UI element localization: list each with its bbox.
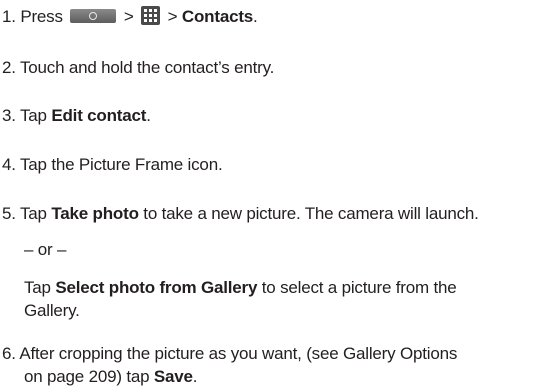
save-label: Save <box>153 367 193 386</box>
separator: > <box>167 7 178 26</box>
step-5: 5. Tap Take photo to take a new picture.… <box>2 204 479 223</box>
instruction-page: 1. Press > > Contacts. 2. Touch and hold… <box>0 0 538 389</box>
step-6: 6. After cropping the picture as you wan… <box>2 344 457 364</box>
step-text: After cropping the picture as you want, … <box>19 344 458 363</box>
step-number: 5. <box>2 204 16 223</box>
step-3: 3. Tap Edit contact. <box>2 106 151 125</box>
step-5-alt: Tap Select photo from Gallery to select … <box>24 278 457 297</box>
step-1: 1. Press > > Contacts. <box>2 6 258 26</box>
step-6-cont: on page 209) tap Save. <box>24 367 198 386</box>
step-number: 6. <box>2 344 16 363</box>
step-4: 4. Tap the Picture Frame icon. <box>2 155 223 175</box>
step-text: Touch and hold the contact’s entry. <box>20 58 275 77</box>
select-photo-label: Select photo from Gallery <box>55 278 258 297</box>
apps-grid-icon <box>141 6 161 25</box>
step-number: 1. <box>2 7 16 26</box>
separator: > <box>123 7 134 26</box>
step-2: 2. Touch and hold the contact’s entry. <box>2 58 274 78</box>
home-key-icon <box>70 9 117 23</box>
step-text: Press <box>20 7 63 26</box>
or-separator: – or – <box>24 240 67 259</box>
step-5-alt-cont: Gallery. <box>24 301 80 320</box>
edit-contact-label: Edit contact <box>51 106 147 125</box>
step-number: 2. <box>2 58 16 77</box>
contacts-label: Contacts <box>181 7 254 26</box>
step-number: 3. <box>2 106 16 125</box>
step-text: Tap the Picture Frame icon. <box>20 155 223 174</box>
take-photo-label: Take photo <box>51 204 139 223</box>
step-number: 4. <box>2 155 16 174</box>
